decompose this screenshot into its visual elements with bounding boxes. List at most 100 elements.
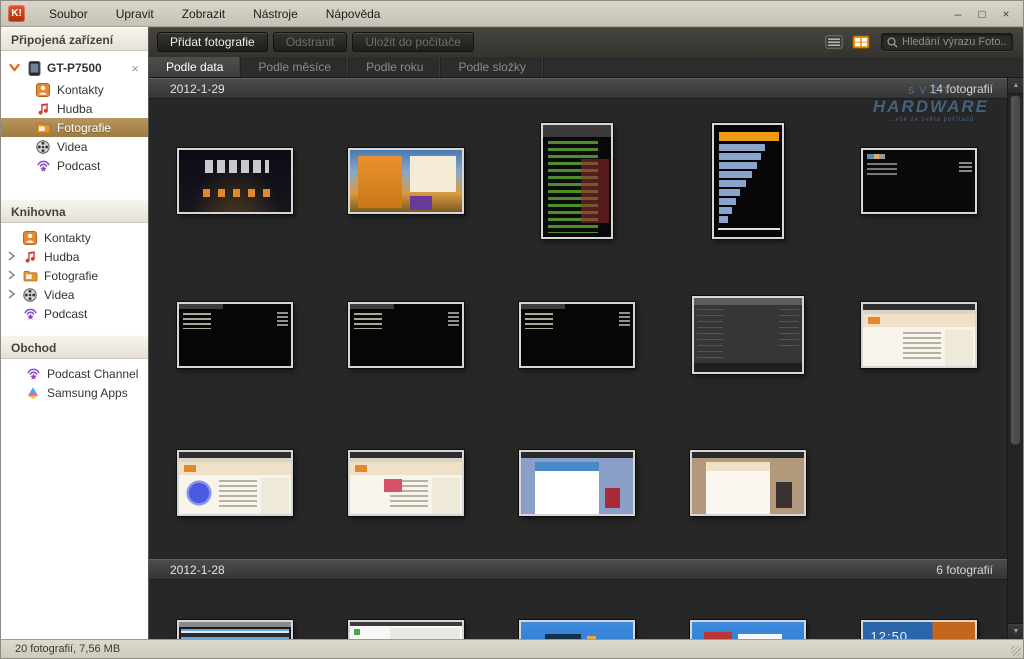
list-view-icon[interactable]	[823, 34, 845, 50]
thumbnail-row	[149, 99, 1007, 263]
tab-podle-data[interactable]: Podle data	[149, 57, 241, 77]
section-header-knihovna: Knihovna	[1, 199, 148, 223]
sidebar: Připojená zařízeníGT-P7500×KontaktyHudba…	[1, 27, 149, 639]
resize-grip[interactable]	[1011, 646, 1021, 656]
scroll-up-arrow[interactable]: ▲	[1008, 78, 1023, 94]
grid-cell	[320, 263, 491, 407]
menu-bar: SouborUpravitZobrazitNástrojeNápověda	[35, 1, 394, 26]
photo-thumbnail-webpage-fan[interactable]	[177, 450, 293, 516]
photo-thumbnail-webpage-tan[interactable]	[690, 450, 806, 516]
photo-thumbnail-webpage[interactable]	[861, 302, 977, 368]
sidebar-item-label: Videa	[57, 140, 87, 154]
sidebar-item-kontakty[interactable]: Kontakty	[1, 228, 148, 247]
search-icon	[887, 37, 898, 48]
grid-cell	[149, 99, 320, 263]
photo-thumbnail-file-manager[interactable]	[692, 296, 804, 374]
grid-cell	[320, 99, 491, 263]
tab-podle-mesice[interactable]: Podle měsíce	[241, 57, 349, 77]
photo-thumbnail-webpage-camera[interactable]	[348, 450, 464, 516]
minimize-button[interactable]: –	[951, 7, 965, 21]
samsung-apps-icon	[25, 385, 41, 401]
grid-cell	[149, 407, 320, 559]
videos-icon	[35, 139, 51, 155]
photo-thumbnail-black-screen[interactable]	[519, 302, 635, 368]
sidebar-item-gt-p7500[interactable]: GT-P7500×	[1, 56, 148, 80]
tab-podle-slozky[interactable]: Podle složky	[441, 57, 543, 77]
maximize-button[interactable]: □	[975, 7, 989, 21]
sidebar-item-podcast-channel[interactable]: Podcast Channel	[1, 364, 148, 383]
videos-icon	[22, 287, 38, 303]
sidebar-item-samsung-apps[interactable]: Samsung Apps	[1, 383, 148, 402]
photo-thumbnail-clock-screen[interactable]: 12:50	[861, 620, 977, 639]
section-header-obchod: Obchod	[1, 335, 148, 359]
photo-thumbnail-desktop[interactable]	[519, 620, 635, 639]
photo-thumbnail-benchmark-chart[interactable]	[712, 123, 784, 239]
toolbar: Přidat fotografieOdstranitUložit do počí…	[149, 27, 1023, 57]
podcast-icon	[25, 366, 41, 382]
status-text: 20 fotografií, 7,56 MB	[15, 643, 120, 655]
tab-podle-roku[interactable]: Podle roku	[349, 57, 441, 77]
music-icon	[35, 101, 51, 117]
sidebar-item-fotografie[interactable]: Fotografie	[1, 266, 148, 285]
sidebar-item-fotografie[interactable]: Fotografie	[1, 118, 148, 137]
scrollbar[interactable]: ▲ ▼	[1007, 78, 1023, 639]
search-input[interactable]	[902, 36, 1007, 48]
photo-thumbnail-list-screen[interactable]	[177, 620, 293, 639]
photo-thumbnail-settings-screen[interactable]	[348, 620, 464, 639]
menu-zobrazit[interactable]: Zobrazit	[168, 1, 239, 27]
grid-view-icon[interactable]	[850, 34, 872, 50]
photo-thumbnail-benchmark-list[interactable]	[541, 123, 613, 239]
expand-arrow-icon[interactable]	[8, 269, 18, 281]
photo-thumbnail-home-screen[interactable]	[177, 148, 293, 214]
photo-thumbnail-black-screen[interactable]	[177, 302, 293, 368]
sidebar-item-hudba[interactable]: Hudba	[1, 99, 148, 118]
tab-bar: Podle dataPodle měsícePodle rokuPodle sl…	[149, 57, 1023, 78]
scrollbar-thumb[interactable]	[1010, 95, 1021, 445]
thumbnail-row	[149, 407, 1007, 559]
window-controls: –□ ×	[951, 7, 1023, 21]
sidebar-item-label: Podcast	[44, 307, 87, 321]
sidebar-item-label: Kontakty	[44, 231, 91, 245]
close-button[interactable]: ×	[999, 7, 1013, 21]
sidebar-item-label: Kontakty	[57, 83, 104, 97]
grid-cell	[662, 99, 833, 263]
thumbnail-row: 12:50	[149, 580, 1007, 639]
sidebar-item-podcast[interactable]: Podcast	[1, 304, 148, 323]
expand-arrow-icon[interactable]	[8, 288, 18, 300]
grid-cell	[662, 263, 833, 407]
disconnect-device-icon[interactable]: ×	[131, 62, 139, 75]
podcast-icon	[35, 158, 51, 174]
sidebar-item-label: Fotografie	[44, 269, 98, 283]
photos-icon	[22, 268, 38, 284]
sidebar-item-label: Podcast	[57, 159, 100, 173]
sidebar-item-podcast[interactable]: Podcast	[1, 156, 148, 175]
photo-thumbnail-dark-screen[interactable]	[861, 148, 977, 214]
scroll-down-arrow[interactable]: ▼	[1008, 623, 1023, 639]
photo-grid-area: 2012-1-2914 fotografií2012-1-286 fotogra…	[149, 78, 1023, 639]
chevron-down-icon[interactable]	[9, 62, 21, 74]
content-area: Přidat fotografieOdstranitUložit do počí…	[149, 27, 1023, 639]
pridat-fotografie-button[interactable]: Přidat fotografie	[157, 32, 268, 52]
menu-napoveda[interactable]: Nápověda	[312, 1, 395, 27]
sidebar-item-videa[interactable]: Videa	[1, 137, 148, 156]
thumbnail-row	[149, 263, 1007, 407]
menu-soubor[interactable]: Soubor	[35, 1, 102, 27]
photo-thumbnail-widget-screen[interactable]	[348, 148, 464, 214]
photo-thumbnail-webpage-blue[interactable]	[519, 450, 635, 516]
ulozit-do-pocitace-button: Uložit do počítače	[352, 32, 473, 52]
photo-thumbnail-desktop-windows[interactable]	[690, 620, 806, 639]
titlebar-menubar: K! SouborUpravitZobrazitNástrojeNápověda…	[1, 1, 1023, 27]
sidebar-item-hudba[interactable]: Hudba	[1, 247, 148, 266]
photos-icon	[35, 120, 51, 136]
sidebar-item-videa[interactable]: Videa	[1, 285, 148, 304]
menu-upravit[interactable]: Upravit	[102, 1, 168, 27]
sidebar-section-pripojena-zarizeni: Připojená zařízeníGT-P7500×KontaktyHudba…	[1, 27, 148, 199]
expand-arrow-icon[interactable]	[8, 250, 18, 262]
sidebar-item-kontakty[interactable]: Kontakty	[1, 80, 148, 99]
date-group-header: 2012-1-2914 fotografií	[149, 78, 1007, 99]
main-area: Připojená zařízeníGT-P7500×KontaktyHudba…	[1, 27, 1023, 639]
photo-thumbnail-black-screen[interactable]	[348, 302, 464, 368]
menu-nastroje[interactable]: Nástroje	[239, 1, 312, 27]
search-box[interactable]	[881, 33, 1013, 51]
grid-cell	[491, 99, 662, 263]
